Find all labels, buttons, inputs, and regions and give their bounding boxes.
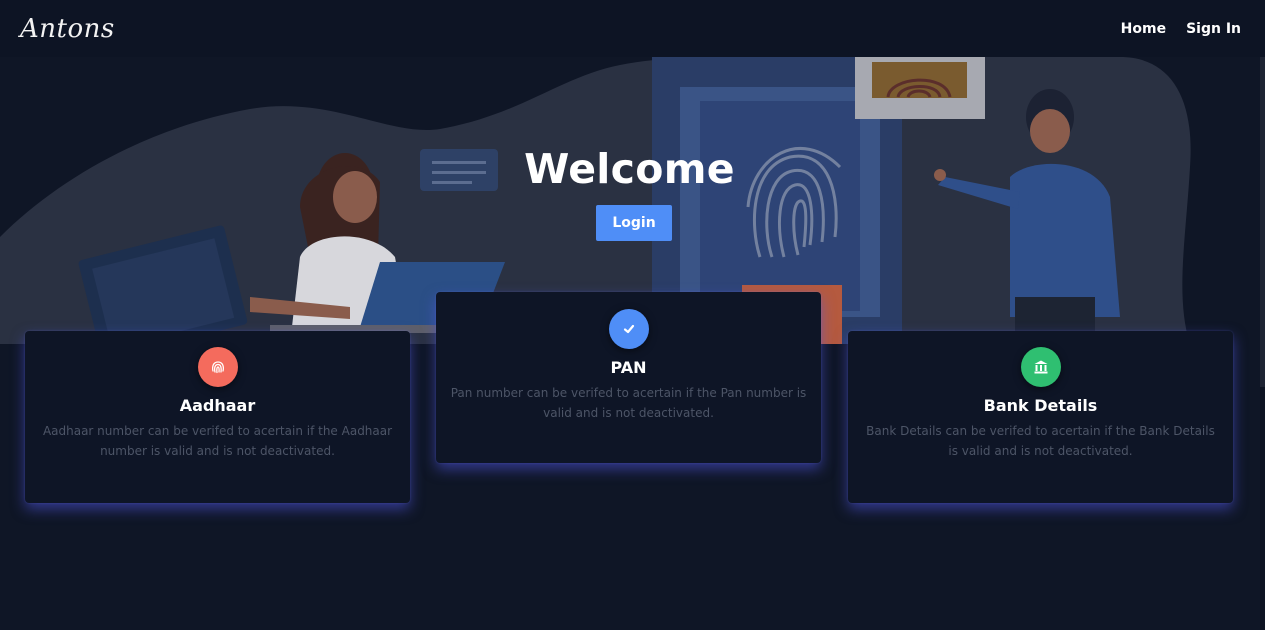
bank-icon — [1020, 347, 1061, 387]
fingerprint-icon — [197, 347, 238, 387]
card-description: Bank Details can be verifed to acertain … — [866, 424, 1215, 458]
card-aadhaar: Aadhaar Aadhaar number can be verifed to… — [25, 331, 410, 503]
card-pan: PAN Pan number can be verifed to acertai… — [436, 292, 821, 463]
card-description: Pan number can be verifed to acertain if… — [450, 386, 807, 420]
card-bank-details: Bank Details Bank Details can be verifed… — [848, 331, 1233, 503]
nav-link-sign-in[interactable]: Sign In — [1186, 21, 1241, 37]
card-title: Aadhaar — [179, 396, 256, 415]
page-scrollbar[interactable] — [1260, 57, 1265, 630]
page-title: Welcome — [524, 145, 735, 193]
login-button[interactable]: Login — [596, 205, 672, 241]
hero-content: Welcome Login — [0, 145, 1265, 241]
check-icon — [608, 309, 649, 349]
card-title: PAN — [610, 358, 647, 377]
navbar: Antons Home Sign In — [0, 0, 1265, 57]
card-description: Aadhaar number can be verifed to acertai… — [42, 424, 393, 458]
nav-links: Home Sign In — [1121, 21, 1241, 37]
card-title: Bank Details — [983, 396, 1098, 415]
nav-link-home[interactable]: Home — [1121, 21, 1166, 37]
brand-logo[interactable]: Antons — [20, 14, 115, 44]
